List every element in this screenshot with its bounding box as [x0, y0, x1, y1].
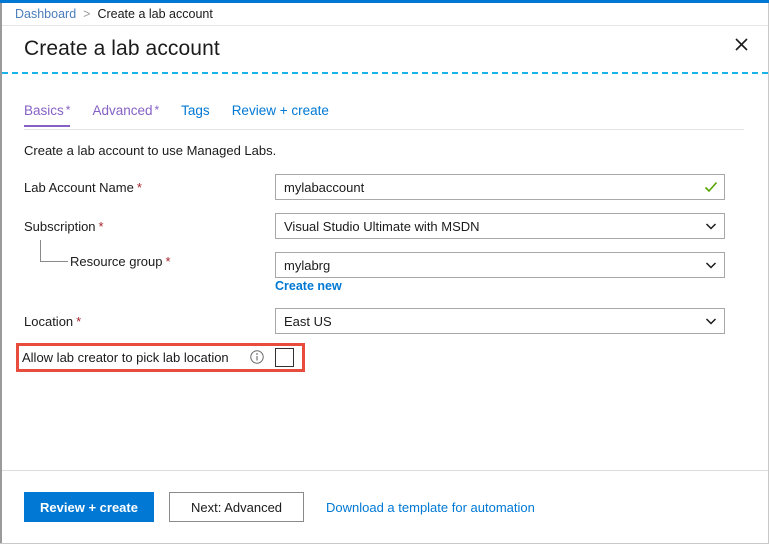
label-lab-account-name-text: Lab Account Name	[24, 180, 134, 195]
info-icon[interactable]	[250, 350, 264, 364]
label-subscription: Subscription *	[24, 219, 104, 234]
label-location: Location *	[24, 314, 81, 329]
create-new-resource-group-link[interactable]: Create new	[275, 279, 342, 293]
label-lab-account-name-required: *	[136, 180, 142, 195]
basics-form: Lab Account Name * mylabaccount Subscript…	[0, 0, 769, 544]
resource-group-tree-connector	[40, 240, 68, 262]
review-create-button[interactable]: Review + create	[24, 492, 154, 522]
label-location-text: Location	[24, 314, 74, 329]
chevron-down-icon	[704, 314, 718, 328]
resource-group-select[interactable]: mylabrg	[275, 252, 725, 278]
create-lab-account-blade: Dashboard > Create a lab account Create …	[0, 0, 769, 544]
allow-lab-creator-location-checkbox[interactable]	[275, 348, 294, 367]
label-resource-group-required: *	[165, 254, 171, 269]
next-advanced-button[interactable]: Next: Advanced	[169, 492, 304, 522]
subscription-select[interactable]: Visual Studio Ultimate with MSDN	[275, 213, 725, 239]
location-value: East US	[284, 313, 332, 329]
label-location-required: *	[76, 314, 82, 329]
label-resource-group: Resource group *	[70, 254, 171, 269]
label-lab-account-name: Lab Account Name *	[24, 180, 142, 195]
label-subscription-required: *	[98, 219, 104, 234]
lab-account-name-input[interactable]: mylabaccount	[275, 174, 725, 200]
footer-actions: Review + create Next: Advanced Download …	[2, 471, 768, 543]
label-resource-group-text: Resource group	[70, 254, 163, 269]
label-allow-lab-creator-location: Allow lab creator to pick lab location	[22, 350, 229, 365]
subscription-value: Visual Studio Ultimate with MSDN	[284, 218, 480, 234]
label-subscription-text: Subscription	[24, 219, 96, 234]
chevron-down-icon	[704, 219, 718, 233]
resource-group-value: mylabrg	[284, 257, 331, 273]
lab-account-name-value: mylabaccount	[284, 179, 365, 195]
chevron-down-icon	[704, 258, 718, 272]
location-select[interactable]: East US	[275, 308, 725, 334]
download-template-link[interactable]: Download a template for automation	[326, 500, 535, 515]
check-icon	[704, 180, 718, 194]
